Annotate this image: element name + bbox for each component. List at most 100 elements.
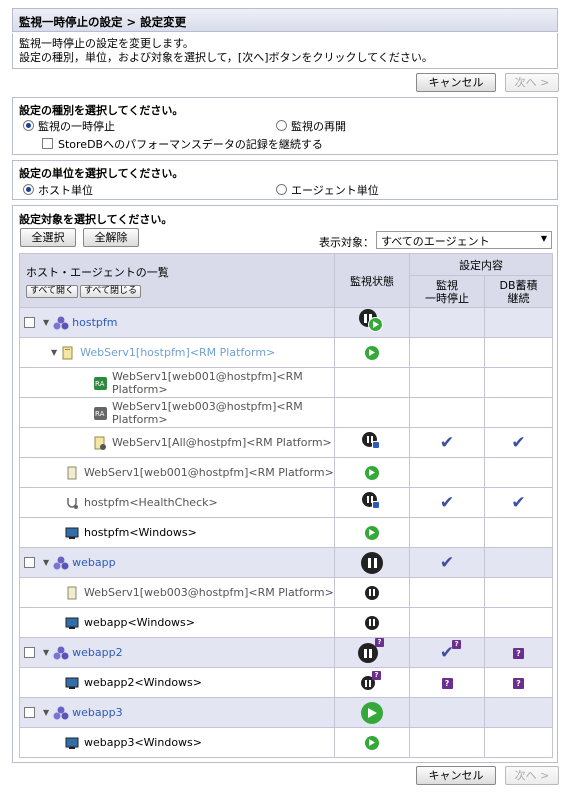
check-icon: ✔: [439, 492, 455, 513]
agent-row[interactable]: webapp2<Windows>???: [19, 667, 553, 698]
pause-radio[interactable]: [23, 120, 34, 131]
monitor-icon: [65, 526, 79, 540]
agent-name: hostpfm<HealthCheck>: [84, 496, 218, 509]
ra-gray-icon: RA: [93, 406, 107, 420]
monitor-icon: [65, 736, 79, 750]
agent-row[interactable]: hostpfm<HealthCheck> ✔ ✔: [19, 487, 553, 518]
agent-row[interactable]: RA WebServ1[web003@hostpfm]<RM Platform>: [19, 397, 553, 428]
agent-name: WebServ1[web003@hostpfm]<RM Platform>: [112, 399, 303, 426]
filter-select[interactable]: すべてのエージェント ▼: [376, 231, 552, 249]
host-checkbox[interactable]: [24, 647, 35, 658]
paused-unknown-icon: ?: [358, 638, 386, 664]
agent-row[interactable]: hostpfm<Windows>: [19, 517, 553, 548]
host-checkbox[interactable]: [24, 557, 35, 568]
host-checkbox[interactable]: [24, 707, 35, 718]
collapse-toggle-icon[interactable]: ▼: [43, 318, 49, 327]
agent-unit-option[interactable]: エージェント単位: [276, 182, 379, 198]
expand-all-button[interactable]: すべて開く: [26, 284, 79, 298]
host-name[interactable]: webapp3: [72, 706, 122, 719]
host-row[interactable]: ▼ webapp2? ✔??: [19, 637, 553, 668]
collapse-toggle-icon[interactable]: ▼: [43, 558, 49, 567]
db-cell: [484, 517, 553, 548]
pause-cell: [409, 457, 485, 488]
next-button-bottom[interactable]: 次へ >: [505, 766, 559, 785]
agent-row[interactable]: RA WebServ1[web001@hostpfm]<RM Platform>: [19, 367, 553, 398]
agent-row[interactable]: WebServ1[web003@hostpfm]<RM Platform>: [19, 577, 553, 608]
check-unknown-icon: ✔?: [440, 639, 462, 663]
agent-name[interactable]: WebServ1[hostpfm]<RM Platform>: [80, 346, 275, 359]
pause-cell: ✔: [409, 547, 485, 578]
col-db-header: DB蓄積 継続: [484, 275, 553, 308]
host-row[interactable]: ▼ webapp ✔: [19, 547, 553, 578]
host-name[interactable]: hostpfm: [72, 316, 117, 329]
resume-radio[interactable]: [276, 120, 287, 131]
pause-cell: ✔: [409, 487, 485, 518]
host-unit-option[interactable]: ホスト単位: [23, 182, 93, 198]
pause-cell: [409, 337, 485, 368]
status-cell: [334, 517, 410, 548]
description: 監視一時停止の設定を変更します。 設定の種別，単位，および対象を選択して，[次へ…: [12, 33, 558, 69]
status-cell: [334, 547, 410, 578]
host-name[interactable]: webapp: [72, 556, 115, 569]
description-line-1: 監視一時停止の設定を変更します。: [19, 37, 194, 50]
partial-pause-icon: [359, 309, 385, 333]
col-status-header: 監視状態: [334, 253, 410, 308]
pause-cell: [409, 607, 485, 638]
status-cell: [334, 337, 410, 368]
svg-text:RA: RA: [95, 410, 105, 418]
select-all-button[interactable]: 全選択: [20, 228, 76, 247]
check-icon: ✔: [439, 432, 455, 453]
pause-cell: [409, 367, 485, 398]
status-cell: ?: [334, 667, 410, 698]
cancel-button[interactable]: キャンセル: [416, 73, 496, 92]
agent-row[interactable]: webapp<Windows>: [19, 607, 553, 638]
collapse-toggle-icon[interactable]: ▼: [43, 708, 49, 717]
db-cell: ?: [484, 637, 553, 668]
resume-option[interactable]: 監視の再開: [276, 118, 346, 134]
stethoscope-icon: [65, 496, 79, 510]
pause-cell: ?: [409, 667, 485, 698]
pause-option[interactable]: 監視の一時停止: [23, 118, 115, 134]
host-name[interactable]: webapp2: [72, 646, 122, 659]
agent-unit-radio[interactable]: [276, 184, 287, 195]
agent-name: WebServ1[All@hostpfm]<RM Platform>: [112, 436, 332, 449]
filter-value: すべてのエージェント: [381, 235, 490, 248]
pause-cell: [409, 697, 485, 728]
agent-name: hostpfm<Windows>: [84, 526, 197, 539]
storedb-option[interactable]: StoreDBへのパフォーマンスデータの記録を継続する: [42, 136, 323, 152]
description-line-2: 設定の種別，単位，および対象を選択して，[次へ]ボタンをクリックしてください。: [19, 51, 433, 64]
running-icon: [365, 735, 379, 750]
deselect-all-button[interactable]: 全解除: [83, 228, 139, 247]
host-unit-radio[interactable]: [23, 184, 34, 195]
storedb-label: StoreDBへのパフォーマンスデータの記録を継続する: [58, 138, 323, 151]
unknown-icon: ?: [513, 678, 524, 689]
pause-cell: [409, 517, 485, 548]
host-group-icon: [53, 706, 69, 720]
db-cell: [484, 397, 553, 428]
agent-row[interactable]: WebServ1[web001@hostpfm]<RM Platform>: [19, 457, 553, 488]
unknown-icon: ?: [441, 678, 453, 689]
db-cell: [484, 607, 553, 638]
cancel-button-bottom[interactable]: キャンセル: [416, 766, 496, 785]
paused-icon: [365, 585, 379, 600]
db-cell: ✔: [484, 487, 553, 518]
next-button[interactable]: 次へ >: [505, 73, 559, 92]
svg-text:RA: RA: [95, 380, 105, 388]
agent-doc-icon: [93, 436, 107, 450]
agent-row[interactable]: ▼ WebServ1[hostpfm]<RM Platform>: [19, 337, 553, 368]
status-cell: [334, 577, 410, 608]
pause-cell: [409, 307, 485, 338]
collapse-all-button[interactable]: すべて閉じる: [80, 284, 142, 298]
pause-cell: ✔: [409, 427, 485, 458]
collapse-toggle-icon[interactable]: ▼: [51, 346, 57, 359]
target-heading: 設定対象を選択してください。: [19, 213, 173, 226]
status-cell: [334, 487, 410, 518]
agent-row[interactable]: webapp3<Windows>: [19, 727, 553, 758]
agent-row[interactable]: WebServ1[All@hostpfm]<RM Platform> ✔ ✔: [19, 427, 553, 458]
collapse-toggle-icon[interactable]: ▼: [43, 648, 49, 657]
host-row[interactable]: ▼ hostpfm: [19, 307, 553, 338]
host-checkbox[interactable]: [24, 317, 35, 328]
status-cell: [334, 727, 410, 758]
host-row[interactable]: ▼ webapp3: [19, 697, 553, 728]
storedb-checkbox[interactable]: [42, 138, 53, 149]
